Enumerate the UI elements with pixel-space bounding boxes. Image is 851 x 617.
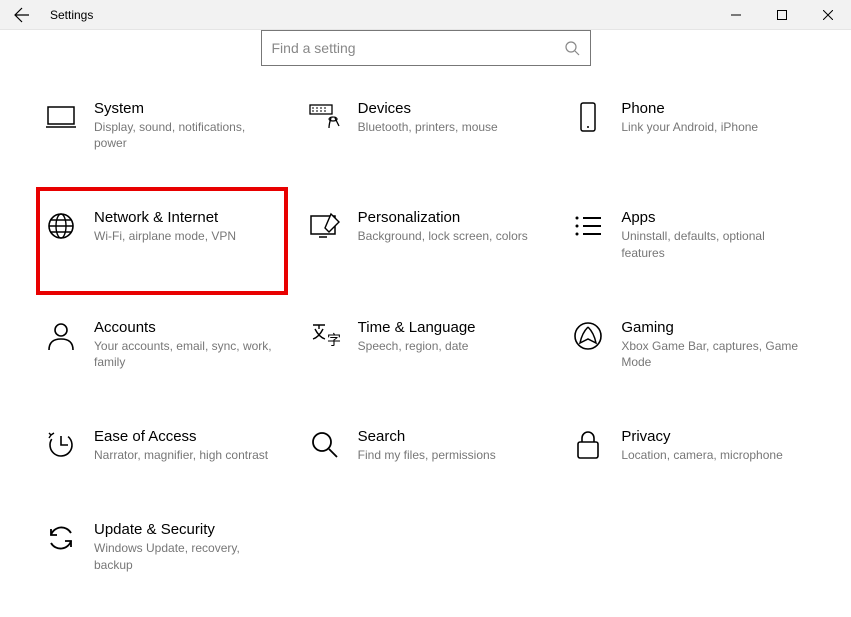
- category-search[interactable]: Search Find my files, permissions: [304, 424, 548, 467]
- category-title: Privacy: [621, 428, 782, 445]
- network-icon: [44, 209, 78, 243]
- phone-icon: [571, 100, 605, 134]
- category-privacy[interactable]: Privacy Location, camera, microphone: [567, 424, 811, 467]
- system-icon: [44, 100, 78, 134]
- category-title: Time & Language: [358, 319, 476, 336]
- category-update-security[interactable]: Update & Security Windows Update, recove…: [40, 517, 284, 576]
- back-arrow-icon: [14, 7, 30, 23]
- category-subtitle: Your accounts, email, sync, work, family: [94, 338, 274, 370]
- svg-text:字: 字: [327, 332, 341, 348]
- category-devices[interactable]: Devices Bluetooth, printers, mouse: [304, 96, 548, 155]
- category-phone[interactable]: Phone Link your Android, iPhone: [567, 96, 811, 155]
- category-subtitle: Location, camera, microphone: [621, 447, 782, 463]
- category-title: Ease of Access: [94, 428, 268, 445]
- category-ease-of-access[interactable]: Ease of Access Narrator, magnifier, high…: [40, 424, 284, 467]
- ease-of-access-icon: [44, 428, 78, 462]
- minimize-button[interactable]: [713, 0, 759, 30]
- privacy-icon: [571, 428, 605, 462]
- close-button[interactable]: [805, 0, 851, 30]
- maximize-icon: [777, 10, 787, 20]
- category-title: Devices: [358, 100, 498, 117]
- minimize-icon: [731, 10, 741, 20]
- search-input[interactable]: [272, 40, 564, 56]
- category-title: System: [94, 100, 274, 117]
- category-title: Update & Security: [94, 521, 274, 538]
- search-row: [0, 30, 851, 66]
- category-subtitle: Link your Android, iPhone: [621, 119, 758, 135]
- category-title: Search: [358, 428, 496, 445]
- category-subtitle: Narrator, magnifier, high contrast: [94, 447, 268, 463]
- category-title: Accounts: [94, 319, 274, 336]
- update-security-icon: [44, 521, 78, 555]
- back-button[interactable]: [0, 0, 44, 30]
- category-accounts[interactable]: Accounts Your accounts, email, sync, wor…: [40, 315, 284, 374]
- search-category-icon: [308, 428, 342, 462]
- accounts-icon: [44, 319, 78, 353]
- category-apps[interactable]: Apps Uninstall, defaults, optional featu…: [567, 205, 811, 264]
- search-icon: [564, 40, 580, 56]
- category-subtitle: Uninstall, defaults, optional features: [621, 228, 801, 260]
- category-gaming[interactable]: Gaming Xbox Game Bar, captures, Game Mod…: [567, 315, 811, 374]
- settings-categories: System Display, sound, notifications, po…: [0, 66, 851, 607]
- category-title: Personalization: [358, 209, 528, 226]
- category-subtitle: Wi-Fi, airplane mode, VPN: [94, 228, 236, 244]
- category-title: Apps: [621, 209, 801, 226]
- category-title: Phone: [621, 100, 758, 117]
- category-subtitle: Find my files, permissions: [358, 447, 496, 463]
- category-title: Gaming: [621, 319, 801, 336]
- category-network-internet[interactable]: Network & Internet Wi-Fi, airplane mode,…: [36, 187, 288, 294]
- gaming-icon: [571, 319, 605, 353]
- category-time-language[interactable]: 字 Time & Language Speech, region, date: [304, 315, 548, 374]
- search-box[interactable]: [261, 30, 591, 66]
- category-subtitle: Display, sound, notifications, power: [94, 119, 274, 151]
- window-title: Settings: [50, 8, 93, 22]
- category-system[interactable]: System Display, sound, notifications, po…: [40, 96, 284, 155]
- close-icon: [823, 10, 833, 20]
- time-language-icon: 字: [308, 319, 342, 353]
- category-subtitle: Background, lock screen, colors: [358, 228, 528, 244]
- titlebar: Settings: [0, 0, 851, 30]
- window-controls: [713, 0, 851, 30]
- category-subtitle: Bluetooth, printers, mouse: [358, 119, 498, 135]
- personalization-icon: [308, 209, 342, 243]
- category-personalization[interactable]: Personalization Background, lock screen,…: [304, 205, 548, 264]
- apps-icon: [571, 209, 605, 243]
- category-subtitle: Windows Update, recovery, backup: [94, 540, 274, 572]
- category-subtitle: Xbox Game Bar, captures, Game Mode: [621, 338, 801, 370]
- devices-icon: [308, 100, 342, 134]
- maximize-button[interactable]: [759, 0, 805, 30]
- category-subtitle: Speech, region, date: [358, 338, 476, 354]
- category-title: Network & Internet: [94, 209, 236, 226]
